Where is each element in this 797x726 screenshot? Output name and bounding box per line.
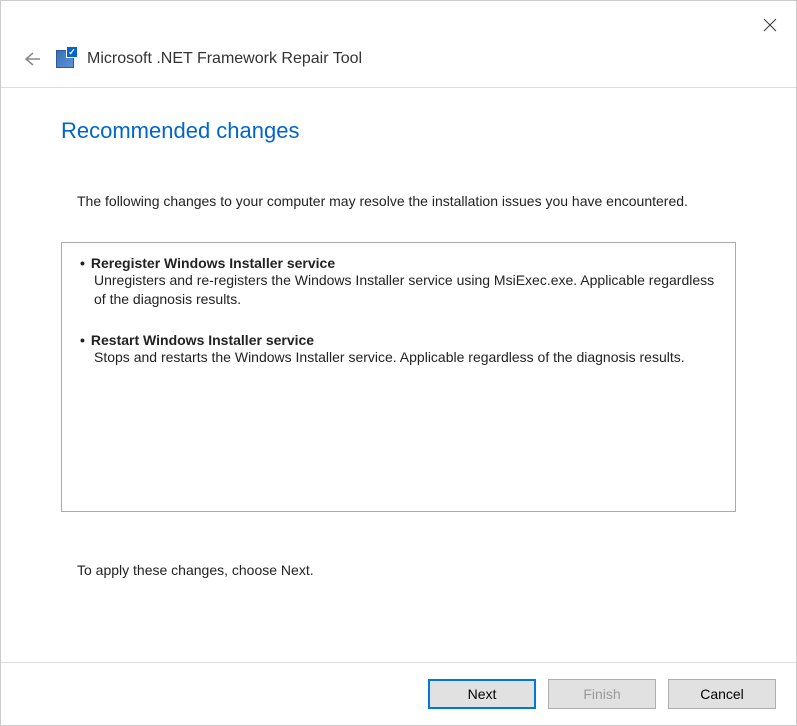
close-button[interactable] bbox=[756, 11, 784, 39]
change-item: • Reregister Windows Installer service U… bbox=[80, 255, 717, 310]
change-description: Unregisters and re-registers the Windows… bbox=[80, 271, 717, 310]
close-icon bbox=[763, 18, 777, 32]
change-title: Reregister Windows Installer service bbox=[91, 255, 335, 271]
wizard-window: Microsoft .NET Framework Repair Tool Rec… bbox=[0, 0, 797, 726]
bullet-icon: • bbox=[80, 255, 85, 271]
header: Microsoft .NET Framework Repair Tool bbox=[1, 39, 796, 88]
back-arrow-icon bbox=[21, 49, 41, 69]
bullet-icon: • bbox=[80, 332, 85, 348]
cancel-button[interactable]: Cancel bbox=[668, 679, 776, 709]
app-title: Microsoft .NET Framework Repair Tool bbox=[87, 50, 362, 68]
page-heading: Recommended changes bbox=[61, 118, 736, 144]
back-button[interactable] bbox=[19, 47, 43, 71]
changes-panel: • Reregister Windows Installer service U… bbox=[61, 242, 736, 512]
button-bar: Next Finish Cancel bbox=[1, 662, 796, 725]
footer-text: To apply these changes, choose Next. bbox=[61, 562, 736, 578]
titlebar bbox=[1, 1, 796, 39]
intro-text: The following changes to your computer m… bbox=[61, 192, 736, 212]
change-item: • Restart Windows Installer service Stop… bbox=[80, 332, 717, 368]
change-title: Restart Windows Installer service bbox=[91, 332, 314, 348]
change-description: Stops and restarts the Windows Installer… bbox=[80, 348, 717, 368]
finish-button: Finish bbox=[548, 679, 656, 709]
content-area: Recommended changes The following change… bbox=[1, 88, 796, 662]
next-button[interactable]: Next bbox=[428, 679, 536, 709]
app-icon bbox=[55, 49, 75, 69]
